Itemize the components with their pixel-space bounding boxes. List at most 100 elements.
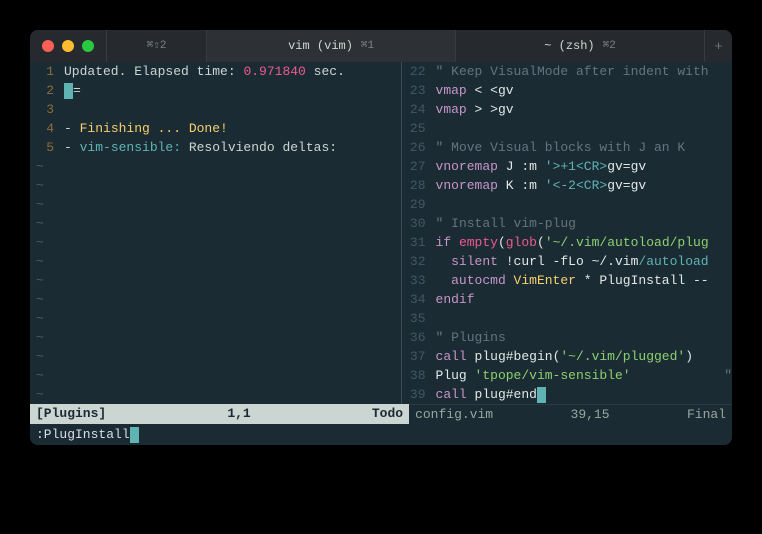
empty-line: ~ [30,233,401,252]
empty-line: ~ [30,176,401,195]
pane-config[interactable]: 22" Keep VisualMode after indent with23v… [402,62,732,404]
line-content: silent !curl -fLo ~/.vim/autoload [436,252,709,271]
tab-vim[interactable]: vim (vim) ⌘1 [206,30,455,62]
status-right: config.vim 39,15 Final [409,404,732,424]
code-line: 5- vim-sensible: Resolviendo deltas: [30,138,401,157]
line-content: " Move Visual blocks with J an K [436,138,686,157]
line-number: 27 [402,157,436,176]
code-line: 34endif [402,290,732,309]
minimize-icon[interactable] [62,40,74,52]
editor-panes: 1Updated. Elapsed time: 0.971840 sec.2=3… [30,62,732,404]
line-number: 29 [402,195,436,214]
close-icon[interactable] [42,40,54,52]
line-content: vmap < <gv [436,81,514,100]
empty-line: ~ [30,271,401,290]
line-content: vmap > >gv [436,100,514,119]
pane-plugins[interactable]: 1Updated. Elapsed time: 0.971840 sec.2=3… [30,62,401,404]
empty-line: ~ [30,328,401,347]
line-number: 34 [402,290,436,309]
line-number: 4 [30,119,64,138]
line-number: 35 [402,309,436,328]
status-scroll: Final [687,405,726,424]
code-line: 35 [402,309,732,328]
command-text: :PlugInstall [36,427,130,442]
line-content: = [64,81,81,100]
line-content: Plug 'tpope/vim-sensible' " [436,366,732,385]
plus-icon: + [715,37,723,56]
tab-hotkey: ⌘2 [603,37,616,56]
cursor-icon [130,427,139,443]
code-line: 29 [402,195,732,214]
line-number: 2 [30,81,64,100]
tilde-icon: ~ [30,271,64,290]
line-content: autocmd VimEnter * PlugInstall -- [436,271,709,290]
line-number: 5 [30,138,64,157]
terminal-window: ⌘⇧2 vim (vim) ⌘1 ~ (zsh) ⌘2 + 1Updated. … [30,30,732,445]
tilde-icon: ~ [30,385,64,404]
status-left: [Plugins] 1,1 Todo [30,404,409,424]
maximize-icon[interactable] [82,40,94,52]
tilde-icon: ~ [30,328,64,347]
code-line: 36" Plugins [402,328,732,347]
code-line: 28vnoremap K :m '<-2<CR>gv=gv [402,176,732,195]
code-line: 2= [30,81,401,100]
new-tab-button[interactable]: + [704,30,732,62]
line-number: 22 [402,62,436,81]
empty-line: ~ [30,347,401,366]
line-number: 39 [402,385,436,404]
tab-zsh[interactable]: ~ (zsh) ⌘2 [455,30,704,62]
status-filename: [Plugins] [36,404,106,424]
empty-line: ~ [30,195,401,214]
line-number: 26 [402,138,436,157]
titlebar: ⌘⇧2 vim (vim) ⌘1 ~ (zsh) ⌘2 + [30,30,732,62]
code-line: 26" Move Visual blocks with J an K [402,138,732,157]
line-content: call plug#begin('~/.vim/plugged') [436,347,693,366]
code-line: 38Plug 'tpope/vim-sensible' " [402,366,732,385]
line-number: 30 [402,214,436,233]
line-content: " Install vim-plug [436,214,576,233]
line-content: vnoremap J :m '>+1<CR>gv=gv [436,157,647,176]
tilde-icon: ~ [30,157,64,176]
tab-hotkey: ⌘1 [361,37,374,56]
tilde-icon: ~ [30,290,64,309]
tilde-icon: ~ [30,252,64,271]
line-number: 38 [402,366,436,385]
code-line: 4- Finishing ... Done! [30,119,401,138]
code-line: 33 autocmd VimEnter * PlugInstall -- [402,271,732,290]
cursor-icon [64,83,73,99]
empty-line: ~ [30,252,401,271]
code-line: 37call plug#begin('~/.vim/plugged') [402,347,732,366]
empty-line: ~ [30,157,401,176]
line-number: 32 [402,252,436,271]
line-number: 28 [402,176,436,195]
code-line: 24vmap > >gv [402,100,732,119]
tilde-icon: ~ [30,347,64,366]
tab-label: vim (vim) [288,37,353,56]
line-number: 31 [402,233,436,252]
line-number: 1 [30,62,64,81]
status-position: 39,15 [571,405,610,424]
empty-line: ~ [30,290,401,309]
command-line[interactable]: :PlugInstall [30,424,732,445]
empty-line: ~ [30,366,401,385]
line-number: 37 [402,347,436,366]
code-line: 22" Keep VisualMode after indent with [402,62,732,81]
tilde-icon: ~ [30,233,64,252]
tab-bar: ⌘⇧2 vim (vim) ⌘1 ~ (zsh) ⌘2 + [106,30,732,62]
line-number: 3 [30,100,64,119]
tilde-icon: ~ [30,195,64,214]
line-content: if empty(glob('~/.vim/autoload/plug [436,233,709,252]
line-number: 23 [402,81,436,100]
status-position: 1,1 [227,404,250,424]
tab-label: ~ (zsh) [544,37,594,56]
code-line: 30" Install vim-plug [402,214,732,233]
line-number: 36 [402,328,436,347]
code-line: 25 [402,119,732,138]
code-line: 23vmap < <gv [402,81,732,100]
tab-hotkey-hint[interactable]: ⌘⇧2 [106,30,206,62]
line-content: vnoremap K :m '<-2<CR>gv=gv [436,176,647,195]
line-content: " Keep VisualMode after indent with [436,62,709,81]
code-line: 32 silent !curl -fLo ~/.vim/autoload [402,252,732,271]
line-content: endif [436,290,475,309]
code-line: 1Updated. Elapsed time: 0.971840 sec. [30,62,401,81]
